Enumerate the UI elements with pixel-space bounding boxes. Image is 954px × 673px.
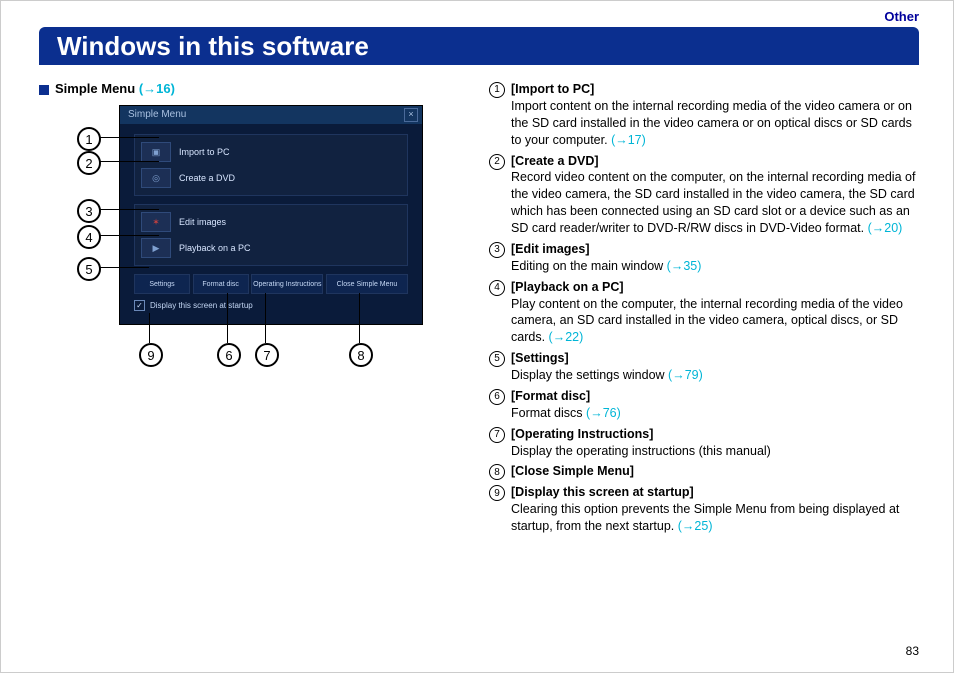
item-number-icon: 5 xyxy=(489,351,505,367)
window-title: Simple Menu xyxy=(128,109,186,120)
description-list: 1 [Import to PC] Import content on the i… xyxy=(489,81,919,539)
lead-line xyxy=(265,293,266,343)
section-title: Simple Menu (→16) xyxy=(39,81,479,96)
row-label: Import to PC xyxy=(179,147,230,157)
desc-item-2: 2 [Create a DVD] Record video content on… xyxy=(489,153,919,237)
item-title: [Create a DVD] xyxy=(511,154,599,168)
menu-row-playback[interactable]: ▶ Playback on a PC xyxy=(141,237,401,259)
callout-4: 4 xyxy=(77,225,101,249)
lead-line xyxy=(149,313,150,343)
close-icon[interactable]: × xyxy=(404,108,418,122)
play-icon: ▶ xyxy=(141,238,171,258)
desc-item-7: 7 [Operating Instructions] Display the o… xyxy=(489,426,919,460)
page-link[interactable]: (→17) xyxy=(611,133,646,147)
item-title: [Edit images] xyxy=(511,242,590,256)
item-number-icon: 8 xyxy=(489,464,505,480)
format-disc-button[interactable]: Format disc xyxy=(193,274,249,294)
page-link[interactable]: (→76) xyxy=(586,406,621,420)
category-header: Other xyxy=(884,9,919,24)
lead-line xyxy=(359,293,360,343)
startup-checkbox-row[interactable]: ✓ Display this screen at startup xyxy=(134,300,408,311)
lead-line xyxy=(99,209,159,210)
page-title-text: Windows in this software xyxy=(57,31,369,62)
edit-icon: ✶ xyxy=(141,212,171,232)
disc-icon: ◎ xyxy=(141,168,171,188)
item-title: [Playback on a PC] xyxy=(511,280,624,294)
desc-item-5: 5 [Settings] Display the settings window… xyxy=(489,350,919,384)
page-link[interactable]: (→20) xyxy=(868,221,903,235)
page-link[interactable]: (→22) xyxy=(549,330,584,344)
desc-item-4: 4 [Playback on a PC] Play content on the… xyxy=(489,279,919,347)
callout-9: 9 xyxy=(139,343,163,367)
item-title: [Format disc] xyxy=(511,389,590,403)
section-link[interactable]: (→16) xyxy=(139,81,175,96)
startup-label: Display this screen at startup xyxy=(150,301,253,310)
lead-line xyxy=(227,293,228,343)
item-desc: Editing on the main window xyxy=(511,259,663,273)
settings-button[interactable]: Settings xyxy=(134,274,190,294)
checkbox-icon[interactable]: ✓ xyxy=(134,300,145,311)
item-title: [Display this screen at startup] xyxy=(511,485,694,499)
item-number-icon: 9 xyxy=(489,485,505,501)
menu-row-createdvd[interactable]: ◎ Create a DVD xyxy=(141,167,401,189)
callout-1: 1 xyxy=(77,127,101,151)
item-desc: Record video content on the computer, on… xyxy=(511,170,915,235)
section-label: Simple Menu xyxy=(55,81,135,96)
item-desc: Display the operating instructions (this… xyxy=(511,444,771,458)
thumb-icon: ▣ xyxy=(141,142,171,162)
left-column: Simple Menu (→16) Simple Menu × ▣ Import… xyxy=(39,81,479,104)
item-desc: Import content on the internal recording… xyxy=(511,99,912,147)
lead-line xyxy=(99,235,159,236)
desc-item-8: 8 [Close Simple Menu] xyxy=(489,463,919,480)
callout-6: 6 xyxy=(217,343,241,367)
desc-item-9: 9 [Display this screen at startup] Clear… xyxy=(489,484,919,535)
page-number: 83 xyxy=(906,644,919,658)
lead-line xyxy=(99,267,149,268)
page-title: Windows in this software xyxy=(39,27,919,65)
page-link[interactable]: (→79) xyxy=(668,368,703,382)
lead-line xyxy=(99,137,159,138)
callout-5: 5 xyxy=(77,257,101,281)
item-number-icon: 1 xyxy=(489,82,505,98)
group-2: ✶ Edit images ▶ Playback on a PC xyxy=(134,204,408,266)
page-link[interactable]: (→25) xyxy=(678,519,713,533)
desc-item-6: 6 [Format disc] Format discs (→76) xyxy=(489,388,919,422)
callout-3: 3 xyxy=(77,199,101,223)
item-title: [Close Simple Menu] xyxy=(511,464,634,478)
bullet-square-icon xyxy=(39,85,49,95)
page-link[interactable]: (→35) xyxy=(667,259,702,273)
row-label: Edit images xyxy=(179,217,226,227)
callout-2: 2 xyxy=(77,151,101,175)
item-title: [Settings] xyxy=(511,351,569,365)
menu-row-edit[interactable]: ✶ Edit images xyxy=(141,211,401,233)
item-number-icon: 3 xyxy=(489,242,505,258)
item-number-icon: 2 xyxy=(489,154,505,170)
item-desc: Format discs xyxy=(511,406,583,420)
row-label: Create a DVD xyxy=(179,173,235,183)
window-titlebar: Simple Menu × xyxy=(120,106,422,124)
group-1: ▣ Import to PC ◎ Create a DVD xyxy=(134,134,408,196)
item-desc: Display the settings window xyxy=(511,368,665,382)
item-number-icon: 6 xyxy=(489,389,505,405)
callout-8: 8 xyxy=(349,343,373,367)
item-number-icon: 7 xyxy=(489,427,505,443)
row-label: Playback on a PC xyxy=(179,243,251,253)
desc-item-3: 3 [Edit images] Editing on the main wind… xyxy=(489,241,919,275)
item-title: [Import to PC] xyxy=(511,82,594,96)
close-simple-menu-button[interactable]: Close Simple Menu xyxy=(326,274,408,294)
operating-instructions-button[interactable]: Operating Instructions xyxy=(251,274,323,294)
menu-row-import[interactable]: ▣ Import to PC xyxy=(141,141,401,163)
callout-7: 7 xyxy=(255,343,279,367)
desc-item-1: 1 [Import to PC] Import content on the i… xyxy=(489,81,919,149)
bottom-buttons: Settings Format disc Operating Instructi… xyxy=(134,274,408,294)
lead-line xyxy=(99,161,159,162)
item-title: [Operating Instructions] xyxy=(511,427,653,441)
item-number-icon: 4 xyxy=(489,280,505,296)
simple-menu-screenshot: Simple Menu × ▣ Import to PC ◎ Create a … xyxy=(119,105,423,325)
